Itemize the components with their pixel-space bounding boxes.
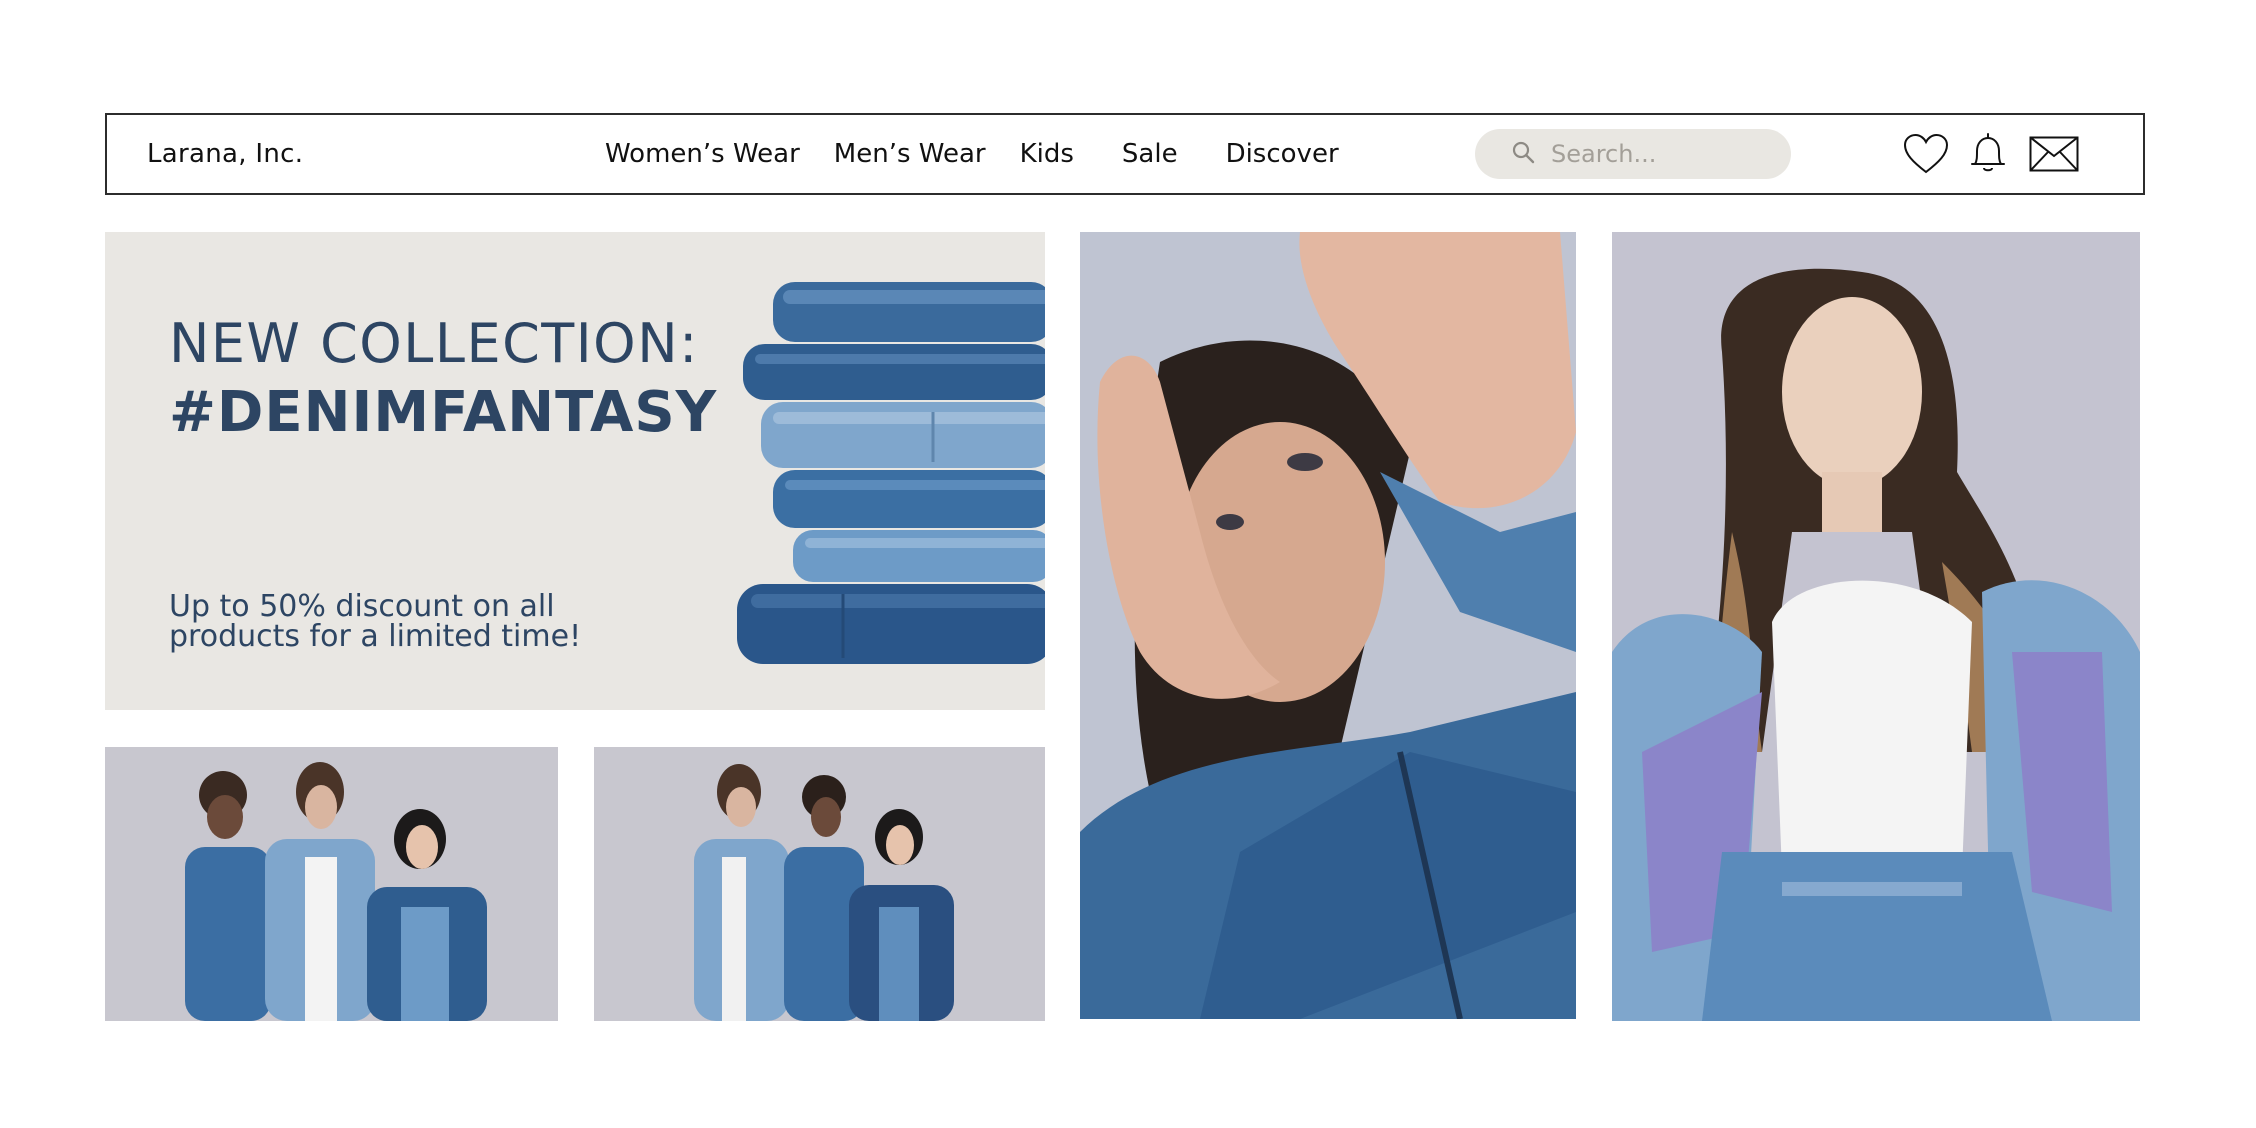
hero-banner[interactable]: NEW COLLECTION: #DENIMFANTASY Up to 50% …: [105, 232, 1045, 710]
group-photo-1[interactable]: [105, 747, 558, 1021]
mail-icon[interactable]: [2029, 136, 2079, 172]
nav-mens-wear[interactable]: Men’s Wear: [834, 139, 986, 169]
search-icon: [1511, 140, 1535, 168]
hero-subtitle: Up to 50% discount on all products for a…: [169, 592, 589, 652]
header-icons: [1903, 133, 2079, 175]
model-portrait-man[interactable]: [1080, 232, 1576, 1019]
hero-subtitle-line: products for a limited time!: [169, 619, 582, 654]
top-navbar: Larana, Inc. Women’s Wear Men’s Wear Kid…: [105, 113, 2145, 195]
nav-womens-wear[interactable]: Women’s Wear: [605, 139, 800, 169]
group-photo-2[interactable]: [594, 747, 1045, 1021]
main-nav: Women’s Wear Men’s Wear Kids Sale Discov…: [605, 139, 1339, 169]
hero-subtitle-line: Up to 50% discount on all: [169, 589, 555, 624]
search-bar[interactable]: [1475, 129, 1791, 179]
folded-jeans-image: [733, 272, 1045, 672]
search-input[interactable]: [1549, 139, 1773, 169]
hero-hashtag: #DENIMFANTASY: [169, 380, 718, 445]
nav-discover[interactable]: Discover: [1226, 139, 1339, 169]
nav-kids[interactable]: Kids: [1020, 139, 1074, 169]
nav-sale[interactable]: Sale: [1122, 139, 1178, 169]
heart-icon[interactable]: [1903, 133, 1949, 175]
brand-name[interactable]: Larana, Inc.: [147, 139, 303, 169]
model-portrait-woman[interactable]: [1612, 232, 2140, 1021]
bell-icon[interactable]: [1969, 133, 2007, 175]
hero-title: NEW COLLECTION:: [169, 312, 699, 375]
